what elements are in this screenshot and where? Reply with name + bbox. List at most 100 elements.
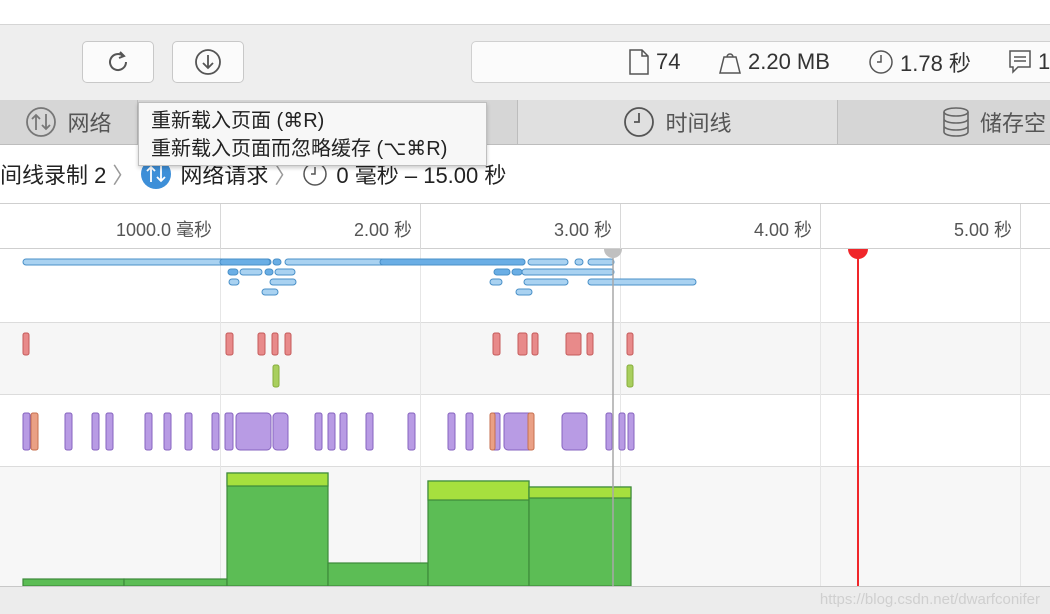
style-mark[interactable] — [489, 412, 496, 451]
style-mark[interactable] — [30, 412, 39, 451]
resource-count: 74 — [628, 42, 680, 82]
reload-tooltip: 重新载入页面 (⌘R) 重新载入页面而忽略缓存 (⌥⌘R) — [138, 102, 487, 166]
frame-bar-top — [528, 486, 632, 499]
script-mark[interactable] — [105, 412, 114, 451]
script-mark[interactable] — [22, 412, 31, 451]
network-bar[interactable] — [264, 268, 274, 276]
current-time-knob[interactable] — [848, 249, 868, 259]
network-bar[interactable] — [527, 258, 569, 266]
script-mark[interactable] — [163, 412, 172, 451]
reload-button[interactable] — [82, 41, 154, 83]
network-bar[interactable] — [269, 278, 297, 286]
load-time-value: 1.78 秒 — [900, 51, 971, 76]
network-bar[interactable] — [239, 268, 263, 276]
timeline-lanes[interactable] — [0, 249, 1050, 586]
ruler-tick — [420, 204, 421, 250]
script-mark[interactable] — [618, 412, 626, 451]
script-mark[interactable] — [407, 412, 416, 451]
frame-bar[interactable] — [226, 472, 329, 586]
style-mark[interactable] — [527, 412, 535, 451]
tab-network[interactable]: 网络 — [0, 100, 138, 144]
script-mark[interactable] — [64, 412, 73, 451]
network-bar[interactable] — [521, 268, 615, 276]
layout-mark[interactable] — [565, 332, 582, 356]
download-button[interactable] — [172, 41, 244, 83]
network-bar[interactable] — [219, 258, 271, 266]
resource-count-value: 74 — [656, 49, 681, 74]
network-bar[interactable] — [489, 278, 503, 286]
rendering-mark[interactable] — [626, 364, 634, 388]
script-mark[interactable] — [144, 412, 153, 451]
network-bar[interactable] — [228, 278, 240, 286]
frame-bar[interactable] — [22, 578, 125, 586]
script-mark[interactable] — [339, 412, 348, 451]
script-mark[interactable] — [365, 412, 374, 451]
network-bar[interactable] — [379, 258, 526, 266]
layout-mark[interactable] — [284, 332, 292, 356]
script-records — [22, 412, 635, 451]
layout-mark[interactable] — [626, 332, 634, 356]
dashboard[interactable]: 74 2.20 MB 1.78 秒 1 — [471, 41, 1050, 83]
breadcrumb-recording[interactable]: 间线录制 2 — [0, 158, 106, 190]
layout-mark[interactable] — [586, 332, 594, 356]
tab-storage[interactable]: 储存空 — [838, 100, 1050, 144]
network-bar[interactable] — [493, 268, 511, 276]
script-mark[interactable] — [327, 412, 336, 451]
layout-mark[interactable] — [271, 332, 279, 356]
tooltip-line-reload-ignore-cache: 重新载入页面而忽略缓存 (⌥⌘R) — [151, 138, 448, 160]
ruler-tick-label: 2.00 秒 — [353, 220, 412, 240]
script-mark[interactable] — [235, 412, 272, 451]
reload-icon — [109, 51, 128, 71]
frame-bar[interactable] — [123, 578, 228, 586]
layout-mark[interactable] — [257, 332, 266, 356]
rendering-records — [272, 364, 634, 388]
console-messages: 1 — [1008, 42, 1050, 82]
script-mark[interactable] — [224, 412, 234, 451]
timeline-ruler[interactable]: 1000.0 毫秒 2.00 秒 3.00 秒 4.00 秒 5.00 秒 — [0, 203, 1050, 250]
script-mark[interactable] — [561, 412, 588, 451]
network-bar[interactable] — [227, 268, 239, 276]
layout-mark[interactable] — [22, 332, 30, 356]
layout-mark[interactable] — [517, 332, 528, 356]
script-mark[interactable] — [314, 412, 323, 451]
ruler-tick-label: 1000.0 毫秒 — [115, 220, 212, 240]
frame-bar-top — [226, 472, 329, 487]
layout-mark[interactable] — [492, 332, 501, 356]
timeline-records — [22, 249, 868, 586]
frame-records — [22, 472, 632, 586]
script-mark[interactable] — [272, 412, 289, 451]
selection-handle-knob[interactable] — [604, 249, 622, 258]
network-bar[interactable] — [274, 268, 296, 276]
layout-mark[interactable] — [531, 332, 539, 356]
script-mark[interactable] — [184, 412, 193, 451]
script-mark[interactable] — [91, 412, 100, 451]
network-bar[interactable] — [261, 288, 279, 296]
rendering-mark[interactable] — [272, 364, 280, 388]
script-mark[interactable] — [447, 412, 456, 451]
network-bar[interactable] — [574, 258, 584, 266]
network-bar[interactable] — [587, 278, 697, 286]
script-mark[interactable] — [465, 412, 474, 451]
network-bar[interactable] — [511, 268, 523, 276]
layout-mark[interactable] — [225, 332, 234, 356]
frame-bar[interactable] — [528, 486, 632, 586]
tab-storage-label: 储存空 — [980, 111, 1047, 136]
script-mark[interactable] — [605, 412, 613, 451]
script-mark[interactable] — [627, 412, 635, 451]
tab-timeline[interactable]: 时间线 — [518, 100, 838, 144]
toolbar: 74 2.20 MB 1.78 秒 1 — [0, 24, 1050, 101]
ruler-tick — [820, 204, 821, 250]
frame-bar[interactable] — [327, 562, 429, 586]
network-bar[interactable] — [587, 258, 615, 266]
transfer-size: 2.20 MB — [718, 42, 830, 82]
network-bar[interactable] — [523, 278, 569, 286]
database-icon — [943, 107, 969, 137]
tooltip-line-reload: 重新载入页面 (⌘R) — [151, 110, 325, 132]
network-bar[interactable] — [515, 288, 533, 296]
ruler-tick-label: 5.00 秒 — [953, 220, 1012, 240]
transfer-size-value: 2.20 MB — [748, 49, 830, 74]
frame-bar-top — [427, 480, 530, 501]
console-count-value: 1 — [1038, 49, 1050, 74]
network-bar[interactable] — [272, 258, 282, 266]
script-mark[interactable] — [211, 412, 220, 451]
